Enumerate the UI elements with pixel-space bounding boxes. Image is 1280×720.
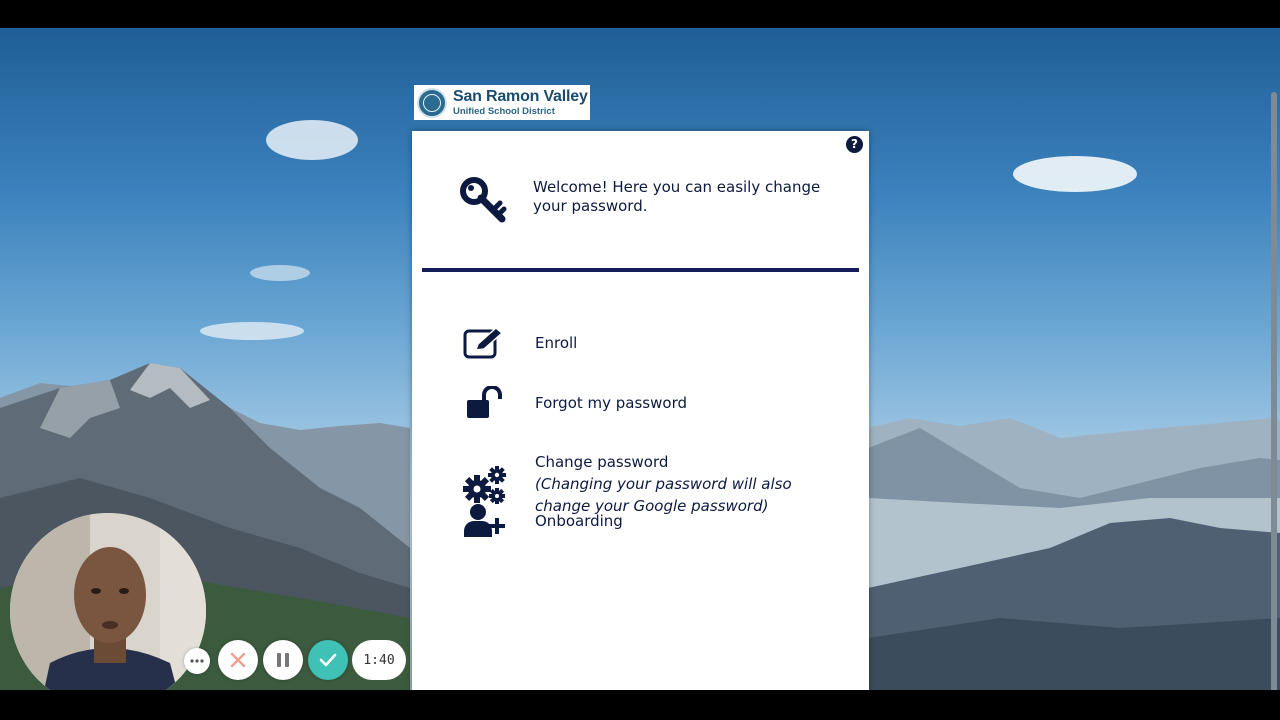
password-portal-panel: ? Welcome! Here you can easily change yo… <box>412 131 869 690</box>
logo-text: San Ramon Valley Unified School District <box>453 87 588 117</box>
gears-icon <box>462 466 508 504</box>
district-logo: San Ramon Valley Unified School District <box>414 85 590 120</box>
desktop-background: San Ramon Valley Unified School District… <box>0 28 1280 690</box>
welcome-message: Welcome! Here you can easily change your… <box>533 178 821 215</box>
page-scrollbar[interactable] <box>1270 90 1278 690</box>
header-divider <box>422 268 859 272</box>
menu-label-change-password: Change password <box>535 453 669 471</box>
menu-item-forgot-password[interactable]: Forgot my password <box>462 385 842 421</box>
menu-item-enroll[interactable]: Enroll <box>462 325 842 361</box>
edit-icon <box>462 325 508 361</box>
key-icon <box>460 177 507 223</box>
menu-label-enroll: Enroll <box>535 334 578 352</box>
logo-name: San Ramon Valley <box>453 87 588 105</box>
add-user-icon <box>462 503 508 539</box>
check-icon[interactable] <box>308 640 348 680</box>
recording-timer: 1:40 <box>352 640 406 680</box>
pause-icon[interactable] <box>263 640 303 680</box>
unlock-icon <box>462 385 508 421</box>
close-icon[interactable] <box>218 640 258 680</box>
menu-label-onboarding: Onboarding <box>535 512 623 530</box>
logo-subtitle: Unified School District <box>453 105 555 117</box>
menu-label-forgot-password: Forgot my password <box>535 394 687 412</box>
more-icon[interactable] <box>184 648 210 674</box>
question-icon[interactable]: ? <box>846 136 863 153</box>
scrollbar-thumb[interactable] <box>1271 92 1277 690</box>
district-seal-icon <box>417 87 447 118</box>
menu-item-onboarding[interactable]: Onboarding <box>462 503 842 539</box>
